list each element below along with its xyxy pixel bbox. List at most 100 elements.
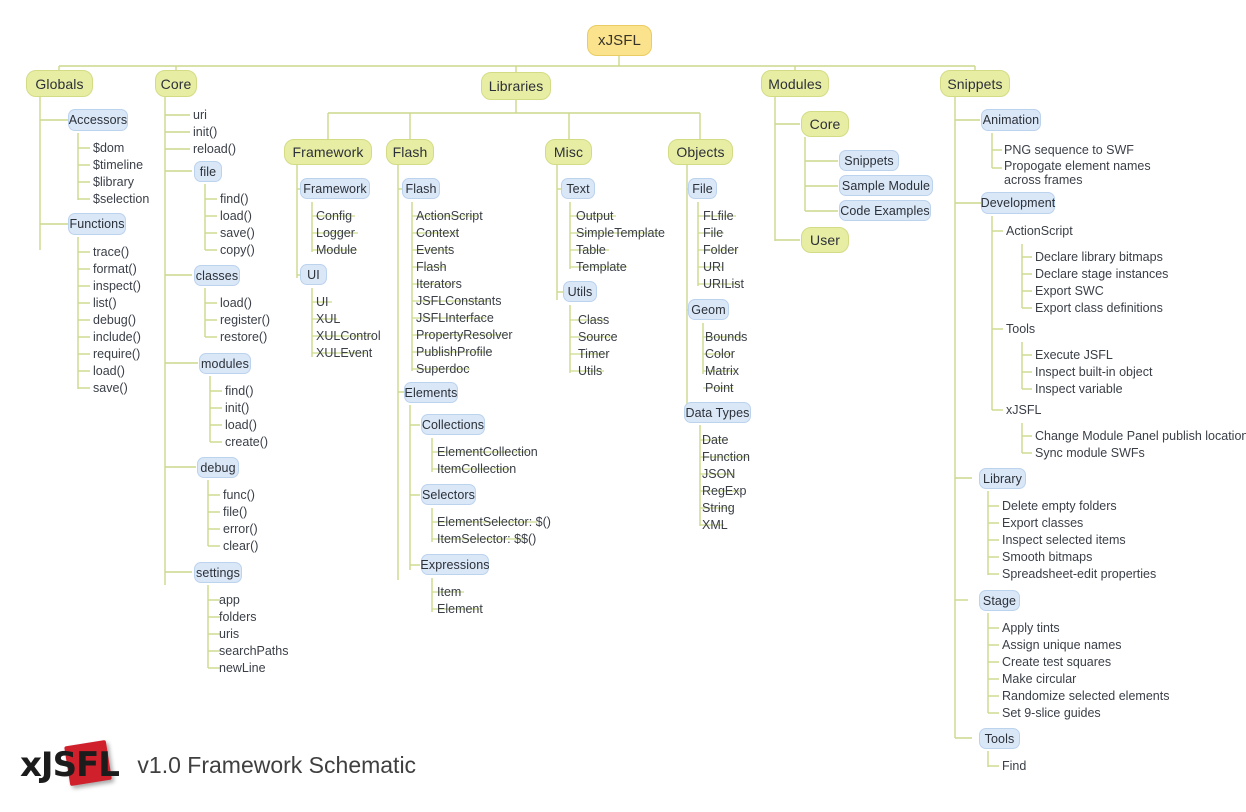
leaf-item[interactable]: RegExp bbox=[702, 484, 746, 498]
node-snippets-stage[interactable]: Stage bbox=[979, 590, 1020, 611]
node-lib-flash[interactable]: Flash bbox=[386, 139, 434, 165]
node-modules-code-examples[interactable]: Code Examples bbox=[839, 200, 931, 221]
leaf-item[interactable]: Timer bbox=[578, 347, 609, 361]
leaf-item[interactable]: PublishProfile bbox=[416, 345, 492, 359]
node-modules-sample-module[interactable]: Sample Module bbox=[839, 175, 933, 196]
leaf-item[interactable]: XULControl bbox=[316, 329, 381, 343]
leaf-item[interactable]: include() bbox=[93, 330, 141, 344]
leaf-item[interactable]: clear() bbox=[223, 539, 258, 553]
node-globals[interactable]: Globals bbox=[26, 70, 93, 97]
leaf-item[interactable]: PropertyResolver bbox=[416, 328, 513, 342]
leaf-item[interactable]: Export class definitions bbox=[1035, 301, 1163, 315]
leaf-subgroup[interactable]: Tools bbox=[1006, 322, 1035, 336]
leaf-item[interactable]: save() bbox=[93, 381, 128, 395]
leaf-item[interactable]: Export SWC bbox=[1035, 284, 1104, 298]
leaf-item[interactable]: Superdoc bbox=[416, 362, 470, 376]
node-snippets-animation[interactable]: Animation bbox=[981, 109, 1041, 131]
leaf-item[interactable]: load() bbox=[220, 296, 252, 310]
leaf-item[interactable]: Output bbox=[576, 209, 614, 223]
leaf-item[interactable]: Smooth bitmaps bbox=[1002, 550, 1092, 564]
leaf-item[interactable]: File bbox=[703, 226, 723, 240]
leaf-item[interactable]: restore() bbox=[220, 330, 267, 344]
leaf-item[interactable]: ActionScript bbox=[416, 209, 483, 223]
leaf-item[interactable]: init() bbox=[225, 401, 249, 415]
leaf-item[interactable]: newLine bbox=[219, 661, 266, 675]
leaf-item[interactable]: Class bbox=[578, 313, 609, 327]
leaf-item[interactable]: Template bbox=[576, 260, 627, 274]
node-libraries[interactable]: Libraries bbox=[481, 72, 551, 100]
leaf-item[interactable]: uri bbox=[193, 108, 207, 122]
leaf-item[interactable]: PNG sequence to SWF bbox=[1004, 143, 1134, 157]
leaf-item[interactable]: create() bbox=[225, 435, 268, 449]
leaf-item[interactable]: load() bbox=[225, 418, 257, 432]
leaf-item[interactable]: Declare library bitmaps bbox=[1035, 250, 1163, 264]
leaf-item[interactable]: save() bbox=[220, 226, 255, 240]
leaf-item[interactable]: SimpleTemplate bbox=[576, 226, 665, 240]
leaf-item[interactable]: load() bbox=[93, 364, 125, 378]
leaf-item[interactable]: Assign unique names bbox=[1002, 638, 1122, 652]
leaf-item[interactable]: load() bbox=[220, 209, 252, 223]
node-framework-framework[interactable]: Framework bbox=[300, 178, 370, 199]
node-snippets-library[interactable]: Library bbox=[979, 468, 1026, 489]
leaf-item[interactable]: Find bbox=[1002, 759, 1026, 773]
leaf-item[interactable]: Events bbox=[416, 243, 454, 257]
node-flash-expressions[interactable]: Expressions bbox=[420, 554, 489, 575]
leaf-item[interactable]: Sync module SWFs bbox=[1035, 446, 1145, 460]
leaf-item[interactable]: Element bbox=[437, 602, 483, 616]
node-flash-collections[interactable]: Collections bbox=[421, 414, 485, 435]
leaf-item[interactable]: debug() bbox=[93, 313, 136, 327]
leaf-item[interactable]: Source bbox=[578, 330, 618, 344]
leaf-item[interactable]: Context bbox=[416, 226, 459, 240]
node-modules-snippets[interactable]: Snippets bbox=[839, 150, 899, 171]
leaf-item[interactable]: ItemCollection bbox=[437, 462, 516, 476]
node-flash-selectors[interactable]: Selectors bbox=[421, 484, 476, 505]
leaf-item[interactable]: Change Module Panel publish location bbox=[1035, 429, 1246, 443]
leaf-item[interactable]: require() bbox=[93, 347, 140, 361]
leaf-item[interactable]: Set 9-slice guides bbox=[1002, 706, 1101, 720]
leaf-item[interactable]: list() bbox=[93, 296, 117, 310]
node-snippets-tools[interactable]: Tools bbox=[979, 728, 1020, 749]
leaf-item[interactable]: init() bbox=[193, 125, 217, 139]
leaf-subgroup[interactable]: xJSFL bbox=[1006, 403, 1041, 417]
leaf-item[interactable]: Point bbox=[705, 381, 734, 395]
leaf-item[interactable]: Execute JSFL bbox=[1035, 348, 1113, 362]
leaf-item[interactable]: folders bbox=[219, 610, 257, 624]
leaf-item[interactable]: error() bbox=[223, 522, 258, 536]
leaf-item[interactable]: Delete empty folders bbox=[1002, 499, 1117, 513]
leaf-item[interactable]: Propogate element names across frames bbox=[1004, 159, 1164, 188]
leaf-item[interactable]: URIList bbox=[703, 277, 744, 291]
leaf-item[interactable]: func() bbox=[223, 488, 255, 502]
node-objects-file[interactable]: File bbox=[688, 178, 717, 199]
node-flash-flash[interactable]: Flash bbox=[402, 178, 440, 199]
leaf-item[interactable]: $library bbox=[93, 175, 134, 189]
leaf-item[interactable]: Apply tints bbox=[1002, 621, 1060, 635]
leaf-item[interactable]: Module bbox=[316, 243, 357, 257]
leaf-item[interactable]: $dom bbox=[93, 141, 124, 155]
leaf-item[interactable]: Inspect variable bbox=[1035, 382, 1123, 396]
leaf-item[interactable]: XUL bbox=[316, 312, 340, 326]
leaf-item[interactable]: find() bbox=[225, 384, 253, 398]
node-modules-user[interactable]: User bbox=[801, 227, 849, 253]
node-snippets[interactable]: Snippets bbox=[940, 70, 1010, 97]
leaf-item[interactable]: Inspect selected items bbox=[1002, 533, 1126, 547]
leaf-item[interactable]: find() bbox=[220, 192, 248, 206]
node-flash-elements[interactable]: Elements bbox=[404, 382, 458, 403]
leaf-item[interactable]: UI bbox=[316, 295, 329, 309]
node-framework-ui[interactable]: UI bbox=[300, 264, 327, 285]
node-lib-framework[interactable]: Framework bbox=[284, 139, 372, 165]
leaf-item[interactable]: Config bbox=[316, 209, 352, 223]
leaf-item[interactable]: file() bbox=[223, 505, 247, 519]
leaf-item[interactable]: uris bbox=[219, 627, 239, 641]
leaf-item[interactable]: XULEvent bbox=[316, 346, 372, 360]
leaf-item[interactable]: register() bbox=[220, 313, 270, 327]
leaf-item[interactable]: $timeline bbox=[93, 158, 143, 172]
leaf-item[interactable]: XML bbox=[702, 518, 728, 532]
node-modules-core[interactable]: Core bbox=[801, 111, 849, 137]
leaf-item[interactable]: Date bbox=[702, 433, 728, 447]
leaf-item[interactable]: Function bbox=[702, 450, 750, 464]
leaf-item[interactable]: JSON bbox=[702, 467, 735, 481]
leaf-item[interactable]: Utils bbox=[578, 364, 602, 378]
leaf-item[interactable]: app bbox=[219, 593, 240, 607]
leaf-item[interactable]: Make circular bbox=[1002, 672, 1076, 686]
leaf-item[interactable]: searchPaths bbox=[219, 644, 288, 658]
